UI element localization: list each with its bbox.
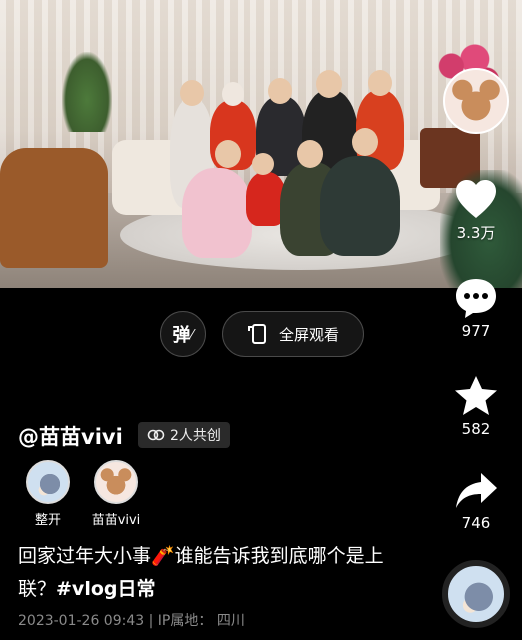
- creator-avatar: [94, 460, 138, 504]
- post-date: 2023-01-26 09:43: [18, 613, 145, 629]
- post-meta: 2023-01-26 09:43 | IP属地： 四川: [18, 610, 245, 630]
- favorite-button[interactable]: 582: [446, 374, 506, 438]
- person-head: [222, 82, 244, 106]
- meta-separator: |: [148, 613, 158, 629]
- hashtag-link[interactable]: #vlog日常: [56, 578, 155, 600]
- person-head: [368, 70, 392, 96]
- comment-count: 977: [461, 322, 491, 340]
- creator-avatar: [26, 460, 70, 504]
- author-avatar-button[interactable]: [440, 68, 512, 134]
- music-disc-button[interactable]: [438, 560, 514, 628]
- share-count: 746: [461, 514, 491, 532]
- share-arrow-icon: [456, 473, 497, 508]
- fullscreen-button[interactable]: 全屏观看: [222, 311, 364, 357]
- leather-armchair: [0, 148, 108, 268]
- ip-location: 四川: [216, 613, 245, 629]
- comment-button[interactable]: 977: [446, 276, 506, 340]
- post-caption: 回家过年大小事🧨谁能告诉我到底哪个是上联？#vlog日常: [18, 540, 418, 606]
- danmaku-label: 弹: [172, 325, 191, 346]
- collab-label: 2人共创: [170, 428, 221, 444]
- danmaku-toggle-button[interactable]: 弹 ⁄: [160, 311, 206, 357]
- share-button[interactable]: 746: [446, 470, 506, 532]
- person-head: [297, 140, 323, 168]
- person-head: [252, 153, 274, 175]
- collab-badge[interactable]: 2人共创: [138, 422, 230, 448]
- like-button[interactable]: 3.3万: [446, 178, 506, 243]
- creator-name: 整开: [34, 513, 61, 528]
- person-head: [180, 80, 204, 106]
- person-head: [352, 128, 378, 156]
- music-disc-avatar: [442, 560, 510, 628]
- person-head: [268, 78, 292, 104]
- heart-icon: [456, 180, 496, 218]
- person-head: [215, 140, 241, 168]
- fullscreen-label: 全屏观看: [278, 325, 339, 344]
- danmaku-slash-icon: ⁄: [191, 327, 194, 341]
- favorite-count: 582: [461, 420, 491, 438]
- creator-name: 苗苗vivi: [91, 513, 141, 528]
- ip-label: IP属地：: [157, 613, 213, 629]
- person: [320, 156, 400, 256]
- comment-icon: [456, 279, 496, 318]
- person: [182, 168, 252, 258]
- creator-item[interactable]: 苗苗vivi: [86, 460, 146, 528]
- potted-plant: [62, 52, 112, 132]
- person-head: [316, 70, 342, 98]
- video-player[interactable]: [0, 0, 522, 288]
- author-name[interactable]: @苗苗vivi: [18, 421, 123, 451]
- star-icon: [455, 376, 497, 415]
- like-count: 3.3万: [456, 224, 496, 242]
- co-creation-icon: [147, 429, 165, 441]
- fullscreen-icon: [247, 324, 266, 344]
- creator-item[interactable]: 整开: [18, 460, 78, 528]
- author-avatar: [443, 68, 509, 134]
